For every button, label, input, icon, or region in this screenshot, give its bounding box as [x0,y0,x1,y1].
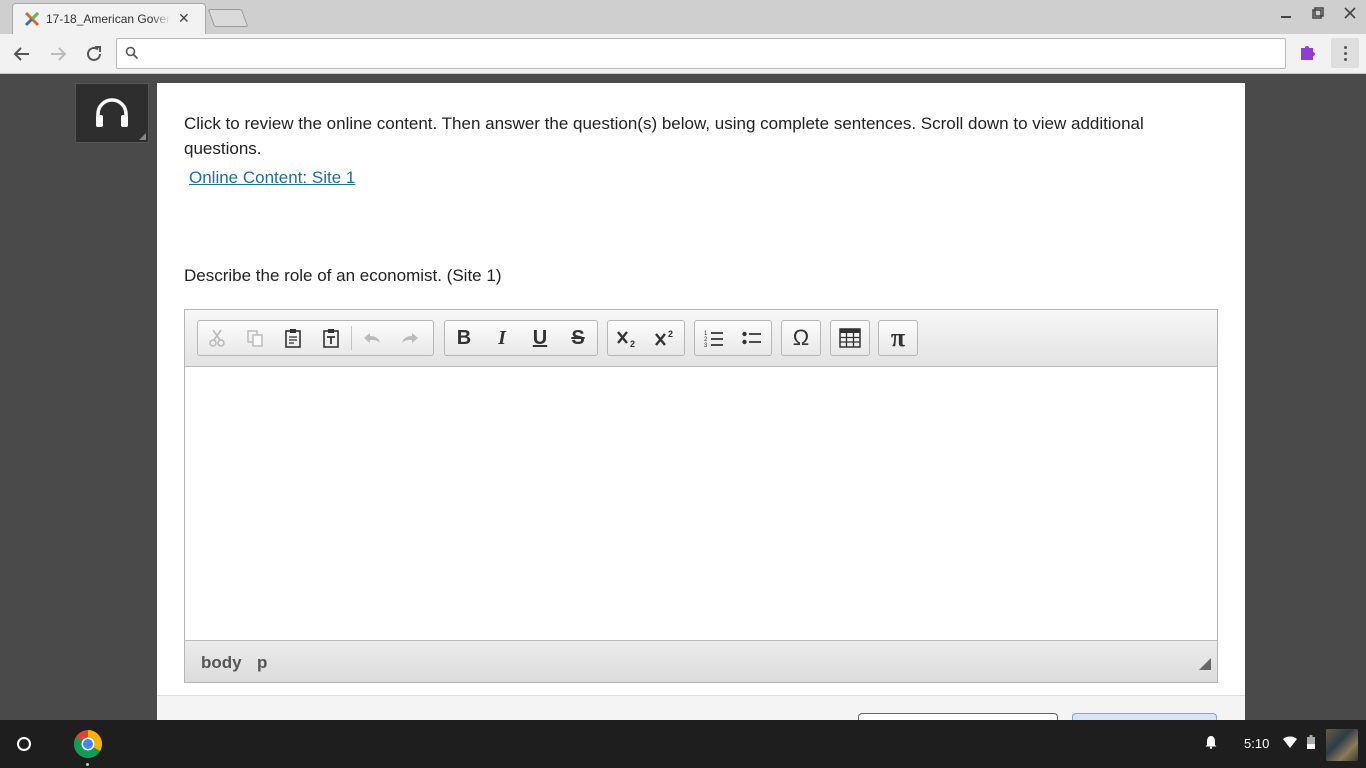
rich-text-editor: B I U S 2 2 123 Ω π body p [184,309,1218,683]
search-icon [125,46,139,65]
taskbar: 5:10 [0,720,1366,768]
svg-text:2: 2 [668,329,673,339]
launcher-icon[interactable] [17,737,31,751]
headphones-icon [96,98,128,127]
editor-toolbar: B I U S 2 2 123 Ω π [185,310,1217,367]
tab-title: 17-18_American Govern [46,11,170,26]
italic-icon[interactable]: I [483,321,521,355]
battery-icon[interactable] [1307,735,1315,754]
paste-icon[interactable] [274,321,312,355]
instructions-text: Click to review the online content. Then… [184,114,1144,158]
list-group: 123 [694,320,772,356]
browser-menu-button[interactable] [1331,38,1359,68]
subscript-icon[interactable]: 2 [608,321,646,355]
element-path-p[interactable]: p [257,653,267,673]
copy-icon[interactable] [236,321,274,355]
cut-icon[interactable] [198,321,236,355]
redo-icon[interactable] [391,321,429,355]
question-text: Describe the role of an economist. (Site… [184,266,502,285]
special-character-icon[interactable]: Ω [782,321,820,355]
math-pi-icon[interactable]: π [879,321,917,355]
editor-footer: body p [185,640,1217,682]
browser-toolbar [0,34,1366,74]
notification-bell-icon[interactable] [1205,735,1217,754]
script-group: 2 2 [607,320,685,356]
restore-icon[interactable] [1308,6,1328,22]
bold-icon[interactable]: B [445,321,483,355]
table-group [830,320,870,356]
new-tab-button[interactable] [207,9,249,27]
paste-text-icon[interactable] [312,321,350,355]
back-icon[interactable] [10,42,34,66]
tab-close-icon[interactable]: ✕ [178,10,190,27]
svg-text:3: 3 [704,343,708,347]
toolbar-separator [351,326,352,350]
svg-text:2: 2 [630,339,635,348]
tab-strip: 17-18_American Govern ✕ [0,0,1366,34]
edgenuity-x-icon [24,11,40,27]
math-group: π [878,320,918,356]
numbered-list-icon[interactable]: 123 [695,321,733,355]
forward-icon[interactable] [46,42,70,66]
table-icon[interactable] [831,321,869,355]
audio-expand-corner [139,133,146,140]
undo-icon[interactable] [353,321,391,355]
clock[interactable]: 5:10 [1244,736,1269,751]
running-indicator [86,763,89,766]
reload-icon[interactable] [82,42,106,66]
extension-puzzle-icon[interactable] [1298,42,1318,62]
editor-resize-grip[interactable] [1199,658,1211,670]
basic-styles-group: B I U S [444,320,598,356]
address-bar[interactable] [116,38,1286,69]
minimize-icon[interactable] [1276,6,1296,22]
audio-button[interactable] [75,83,149,143]
wifi-icon[interactable] [1283,735,1297,753]
close-window-icon[interactable] [1340,6,1360,22]
superscript-icon[interactable]: 2 [646,321,684,355]
online-content-link[interactable]: Online Content: Site 1 [189,168,355,188]
browser-tab-content[interactable]: 17-18_American Govern ✕ [12,3,206,34]
user-avatar[interactable] [1326,729,1358,761]
chrome-icon[interactable] [73,729,103,759]
strikethrough-icon[interactable]: S [559,321,597,355]
special-char-group: Ω [781,320,821,356]
clipboard-group [197,320,434,356]
underline-icon[interactable]: U [521,321,559,355]
editor-text-area[interactable] [185,367,1217,640]
element-path-body[interactable]: body [201,653,242,673]
bulleted-list-icon[interactable] [733,321,771,355]
